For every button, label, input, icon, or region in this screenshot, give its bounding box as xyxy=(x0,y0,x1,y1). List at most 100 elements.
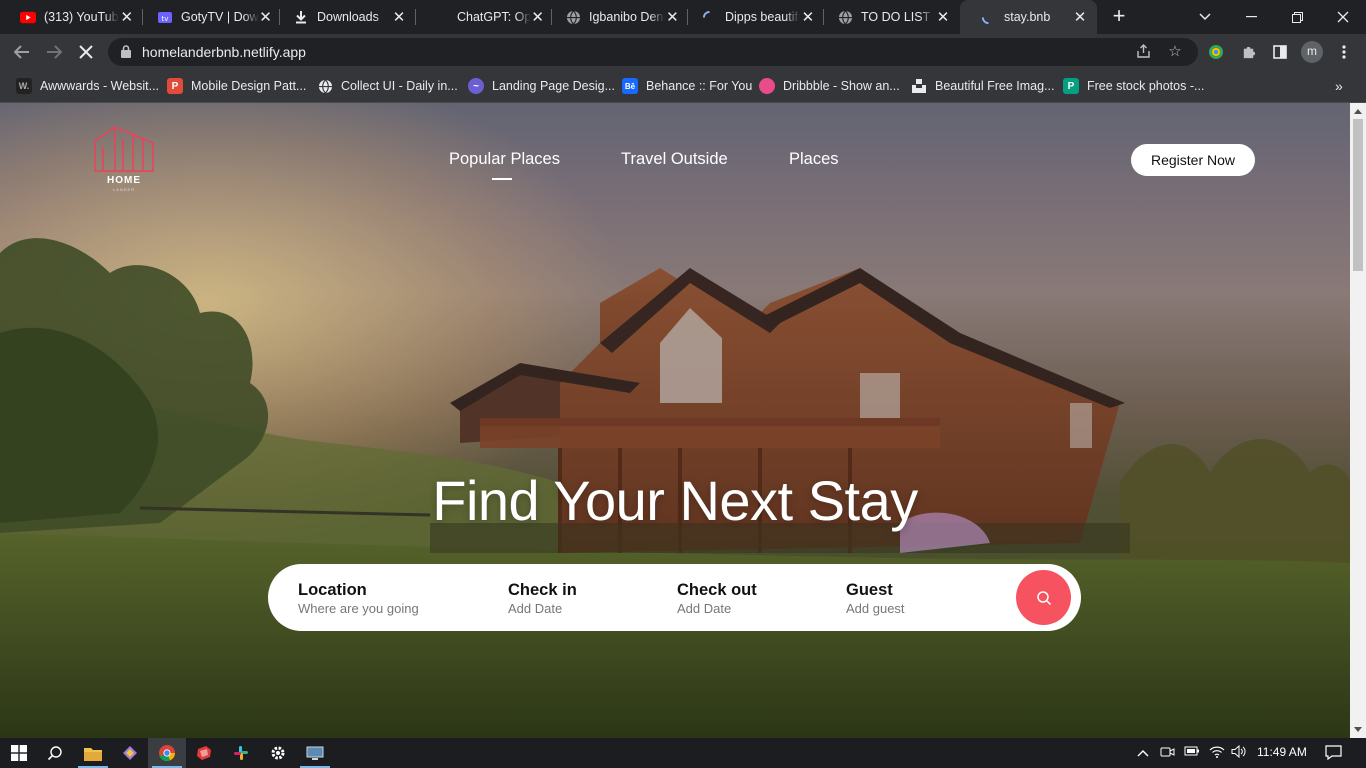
chrome-taskbar-icon[interactable] xyxy=(148,738,186,768)
wifi-icon[interactable] xyxy=(1209,745,1225,761)
tab-title: GotyTV | Download xyxy=(181,10,259,24)
close-icon[interactable]: ✕ xyxy=(119,8,135,26)
bookmark-pexels[interactable]: P Free stock photos -... xyxy=(1063,76,1204,96)
globe-icon xyxy=(317,78,333,94)
globe-icon xyxy=(837,9,853,25)
tab-title: Dipps beautiful xyxy=(725,10,800,24)
side-panel-icon[interactable] xyxy=(1270,42,1290,62)
minimize-button[interactable] xyxy=(1228,0,1274,34)
bookmark-mobile-design[interactable]: P Mobile Design Patt... xyxy=(167,76,306,96)
url-text: homelanderbnb.netlify.app xyxy=(142,44,306,60)
tab-title: TO DO LIST xyxy=(861,10,931,24)
guest-field[interactable]: Guest Add guest xyxy=(846,581,905,616)
menu-dots-icon[interactable] xyxy=(1334,42,1354,62)
close-icon[interactable]: ✕ xyxy=(390,8,408,26)
close-icon[interactable]: ✕ xyxy=(800,8,816,26)
chatgpt-icon xyxy=(433,9,449,25)
scroll-thumb[interactable] xyxy=(1353,119,1363,271)
tab-igbanibo[interactable]: Igbanibo Dennis ✕ xyxy=(545,0,688,34)
location-field[interactable]: Location Where are you going xyxy=(298,581,419,616)
search-button[interactable] xyxy=(1016,570,1071,625)
notifications-icon[interactable] xyxy=(1325,745,1342,763)
taskbar-clock[interactable]: 11:49 AM xyxy=(1257,745,1307,759)
close-icon[interactable]: ✕ xyxy=(934,8,952,26)
scroll-up-icon[interactable] xyxy=(1354,109,1362,114)
close-icon[interactable]: ✕ xyxy=(531,8,544,26)
gotytv-icon: tv xyxy=(157,9,173,25)
tab-staybnb[interactable]: stay.bnb ✕ xyxy=(960,0,1097,34)
close-window-button[interactable] xyxy=(1320,0,1366,34)
slack-icon[interactable] xyxy=(222,738,260,768)
bookmark-behance[interactable]: Bē Behance :: For You xyxy=(622,76,752,96)
globe-icon xyxy=(565,9,581,25)
unsplash-icon xyxy=(911,78,927,94)
field-label: Check out xyxy=(677,581,757,599)
close-icon[interactable]: ✕ xyxy=(259,8,272,26)
tab-youtube[interactable]: (313) YouTube ✕ xyxy=(0,0,143,34)
more-bookmarks-icon[interactable]: » xyxy=(1335,78,1343,94)
bookmark-collect-ui[interactable]: Collect UI - Daily in... xyxy=(317,76,458,96)
back-button[interactable] xyxy=(8,38,36,66)
bookmark-unsplash[interactable]: Beautiful Free Imag... xyxy=(911,76,1055,96)
field-placeholder: Add guest xyxy=(846,601,905,616)
share-icon[interactable] xyxy=(1135,44,1151,60)
tab-title: (313) YouTube xyxy=(44,10,119,24)
field-placeholder: Add Date xyxy=(508,601,563,616)
battery-icon[interactable] xyxy=(1184,745,1200,760)
check-in-field[interactable]: Check in Add Date xyxy=(508,581,577,616)
windows-taskbar: 11:49 AM xyxy=(0,738,1366,768)
nav-travel-outside[interactable]: Travel Outside xyxy=(621,150,728,169)
home-lander-logo[interactable]: HOME LANDER xyxy=(93,123,157,195)
bookmark-landing-page[interactable]: ~ Landing Page Desig... xyxy=(468,76,615,96)
check-out-field[interactable]: Check out Add Date xyxy=(677,581,757,616)
address-bar[interactable]: homelanderbnb.netlify.app ☆ xyxy=(108,38,1198,66)
loading-icon xyxy=(980,9,996,25)
stop-loading-button[interactable] xyxy=(72,38,100,66)
close-icon[interactable]: ✕ xyxy=(665,8,680,26)
windows-start-icon[interactable] xyxy=(0,738,38,768)
forward-button[interactable] xyxy=(40,38,68,66)
tab-title: ChatGPT: Optimizing xyxy=(457,10,532,24)
lock-icon xyxy=(121,45,131,58)
nav-places[interactable]: Places xyxy=(789,150,839,169)
bookmark-star-icon[interactable]: ☆ xyxy=(1167,44,1183,60)
tab-chatgpt[interactable]: ChatGPT: Optimizing ✕ xyxy=(409,0,552,34)
tab-gotytv[interactable]: tv GotyTV | Download ✕ xyxy=(137,0,280,34)
page-scrollbar[interactable] xyxy=(1350,103,1366,738)
tab-downloads[interactable]: Downloads ✕ xyxy=(273,0,416,34)
scroll-down-icon[interactable] xyxy=(1354,727,1362,732)
profile-avatar[interactable]: m xyxy=(1301,41,1323,63)
extension-color-icon[interactable] xyxy=(1206,42,1226,62)
new-tab-button[interactable]: + xyxy=(1108,5,1130,28)
file-explorer-icon[interactable] xyxy=(74,738,112,768)
register-now-button[interactable]: Register Now xyxy=(1131,144,1255,176)
show-hidden-icons-icon[interactable] xyxy=(1137,745,1149,760)
behance-icon: Bē xyxy=(622,78,638,94)
settings-gear-icon[interactable] xyxy=(259,738,297,768)
field-label: Guest xyxy=(846,581,893,599)
volume-icon[interactable] xyxy=(1231,744,1247,761)
house-logo-icon xyxy=(94,125,154,172)
bookmark-label: Free stock photos -... xyxy=(1087,79,1205,93)
git-app-icon[interactable] xyxy=(111,738,149,768)
tab-dipps[interactable]: Dipps beautiful ✕ xyxy=(681,0,824,34)
page-viewport: HOME LANDER Popular Places Travel Outsid… xyxy=(0,103,1350,738)
nav-popular-places[interactable]: Popular Places xyxy=(449,150,560,169)
close-icon[interactable]: ✕ xyxy=(1071,8,1089,26)
puzzle-extensions-icon[interactable] xyxy=(1238,42,1258,62)
logo-text: HOME xyxy=(107,175,141,186)
download-icon xyxy=(293,9,309,25)
tab-search-button[interactable] xyxy=(1182,0,1228,34)
meet-now-icon[interactable] xyxy=(1160,745,1175,762)
field-placeholder: Where are you going xyxy=(298,601,419,616)
bookmark-dribbble[interactable]: Dribbble - Show an... xyxy=(759,76,900,96)
bookmark-awwwards[interactable]: W. Awwwards - Websit... xyxy=(16,76,159,96)
tab-strip: (313) YouTube ✕ tv GotyTV | Download ✕ D… xyxy=(0,0,1366,34)
remote-desktop-icon[interactable] xyxy=(296,738,334,768)
tab-title: Igbanibo Dennis xyxy=(589,10,665,24)
taskbar-search-icon[interactable] xyxy=(36,738,74,768)
tab-todo[interactable]: TO DO LIST ✕ xyxy=(817,0,960,34)
sketchup-icon[interactable] xyxy=(185,738,223,768)
logo-subtext: LANDER xyxy=(112,187,136,192)
maximize-button[interactable] xyxy=(1274,0,1320,34)
